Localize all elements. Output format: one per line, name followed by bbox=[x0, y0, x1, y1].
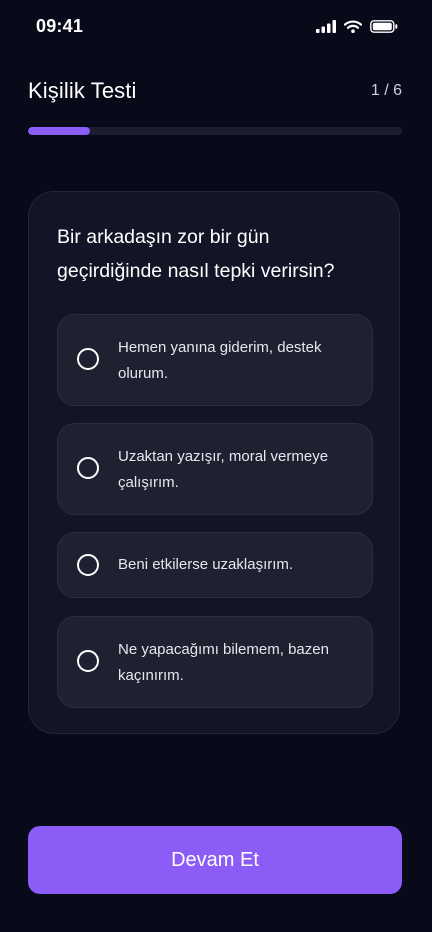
answer-option-1[interactable]: Hemen yanına giderim, destek olurum. bbox=[57, 314, 373, 406]
answer-option-label: Ne yapacağımı bilemem, bazen kaçınırım. bbox=[118, 641, 329, 684]
wifi-icon bbox=[344, 20, 362, 33]
progress-bar bbox=[28, 127, 402, 135]
answer-option-label: Beni etkilerse uzaklaşırım. bbox=[118, 556, 294, 573]
step-counter: 1 / 6 bbox=[370, 82, 402, 99]
radio-icon[interactable] bbox=[77, 554, 99, 576]
status-time: 09:41 bbox=[36, 16, 84, 36]
signal-icon bbox=[316, 20, 336, 33]
question-card: Bir arkadaşın zor bir gün geçirdiğinde n… bbox=[28, 191, 400, 734]
answer-option-label: Hemen yanına giderim, destek olurum. bbox=[118, 339, 322, 382]
progress-fill bbox=[28, 127, 91, 135]
header: Kişilik Testi 1 / 6 bbox=[28, 78, 402, 108]
answer-option-2[interactable]: Uzaktan yazışır, moral vermeye çalışırım… bbox=[57, 423, 373, 515]
question-text: Bir arkadaşın zor bir gün geçirdiğinde n… bbox=[57, 226, 335, 282]
radio-icon[interactable] bbox=[77, 650, 99, 672]
answer-option-3[interactable]: Beni etkilerse uzaklaşırım. bbox=[57, 532, 373, 598]
radio-icon[interactable] bbox=[77, 457, 99, 479]
answer-option-4[interactable]: Ne yapacağımı bilemem, bazen kaçınırım. bbox=[57, 616, 373, 708]
answer-option-label: Uzaktan yazışır, moral vermeye çalışırım… bbox=[118, 448, 329, 491]
status-bar: 09:41 bbox=[0, 0, 432, 56]
battery-icon bbox=[370, 20, 398, 33]
continue-button[interactable]: Devam Et bbox=[28, 826, 402, 894]
status-icons bbox=[316, 20, 398, 33]
radio-icon[interactable] bbox=[77, 348, 99, 370]
page-title: Kişilik Testi bbox=[28, 78, 137, 103]
